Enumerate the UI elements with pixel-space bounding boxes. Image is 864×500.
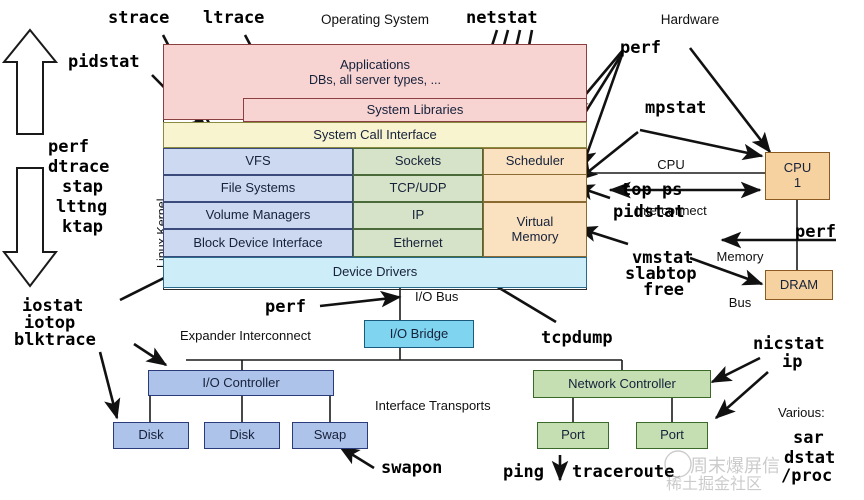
linux-performance-observability-diagram: Operating System Hardware Linux Kernel A… — [0, 0, 864, 500]
watermark-logo — [664, 450, 692, 478]
